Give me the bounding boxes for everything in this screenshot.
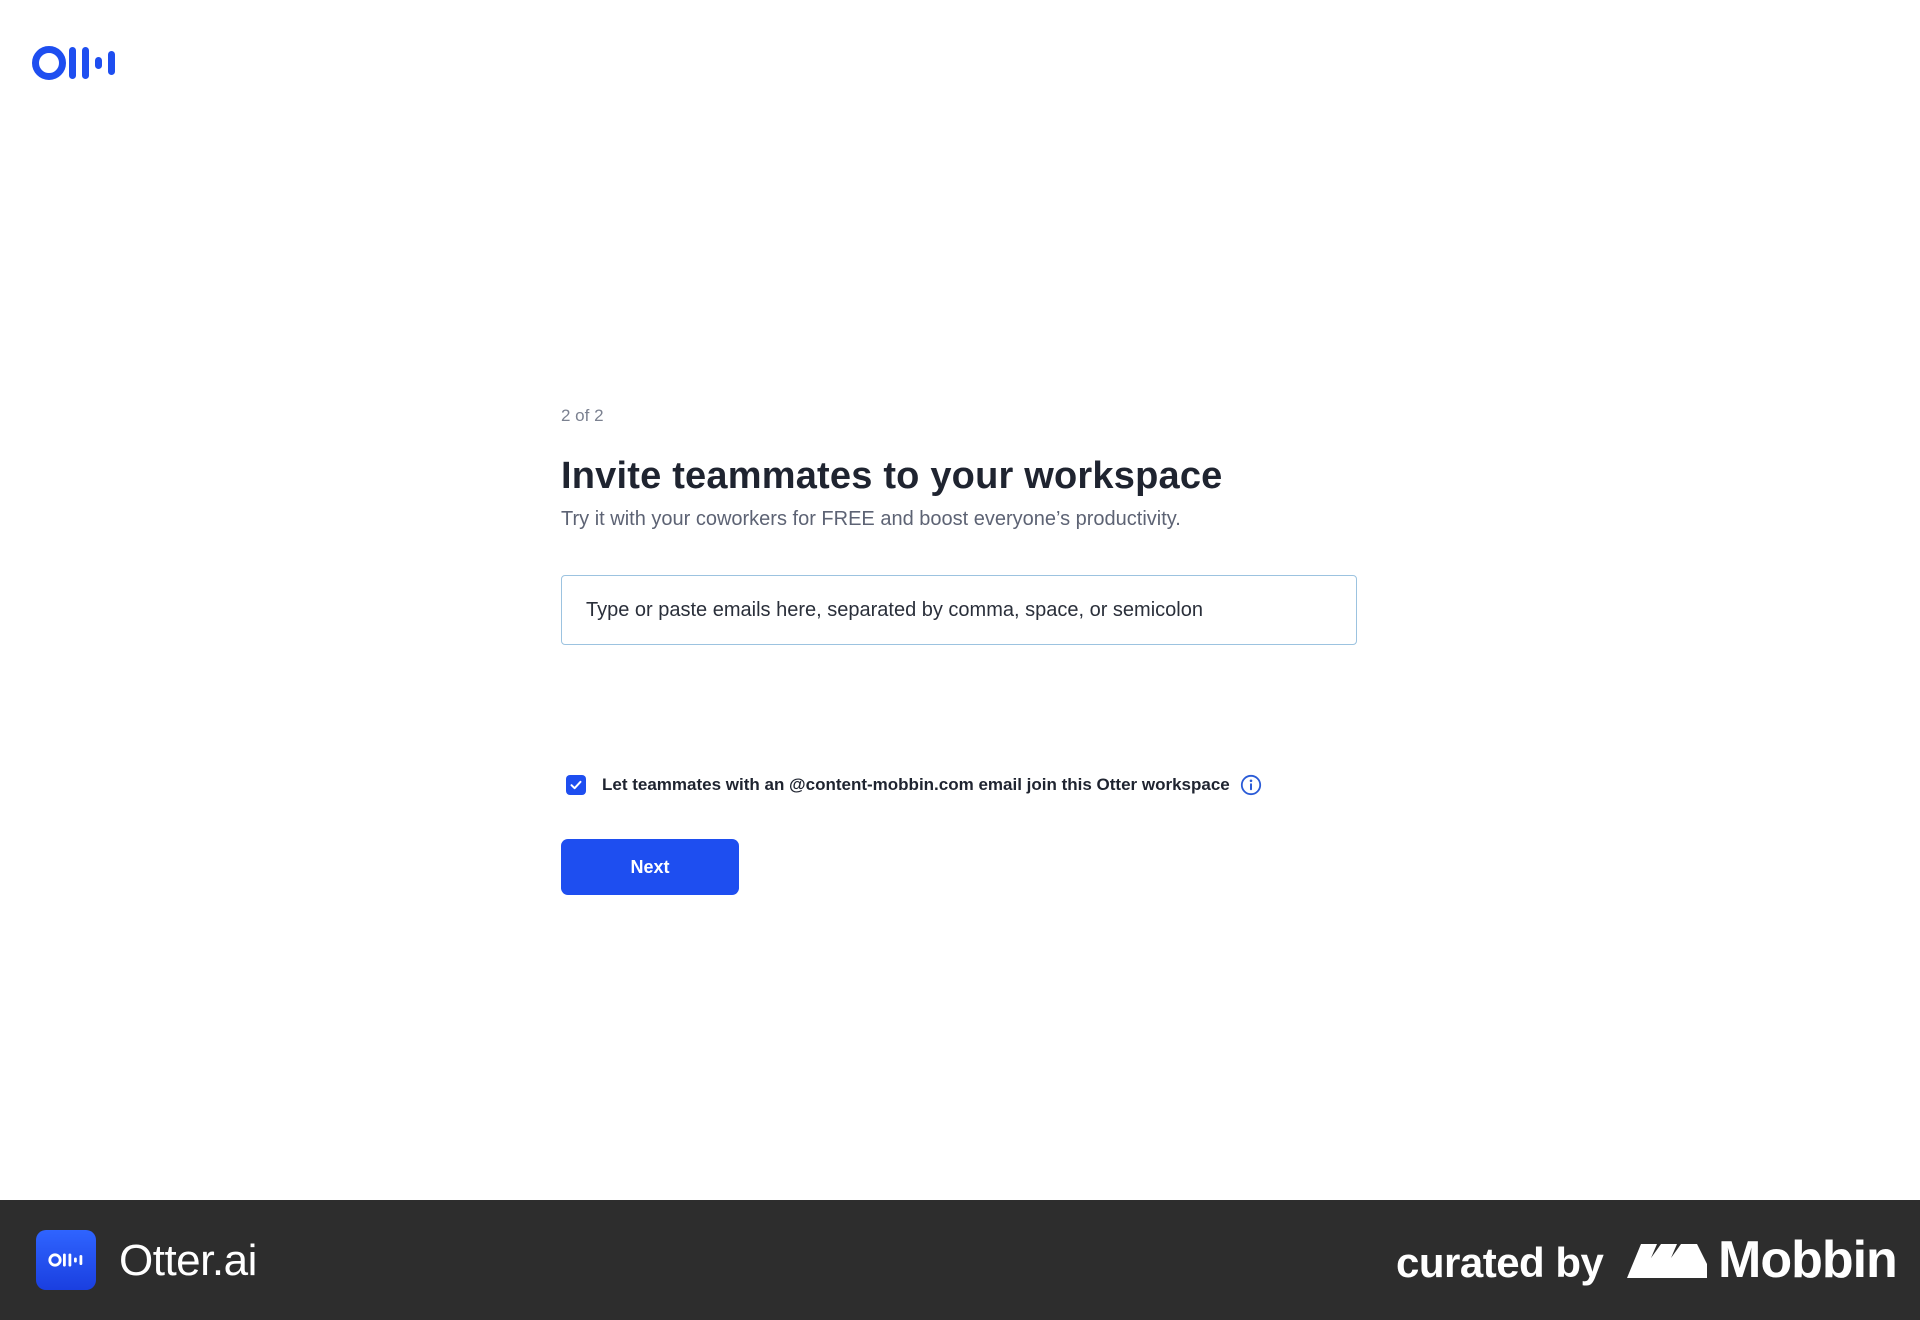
otter-app-icon bbox=[36, 1230, 96, 1290]
otter-logo-icon[interactable] bbox=[32, 44, 120, 82]
mobbin-logo-icon bbox=[1627, 1240, 1707, 1280]
email-input-box[interactable] bbox=[561, 575, 1357, 645]
domain-join-label: Let teammates with an @content-mobbin.co… bbox=[602, 775, 1230, 794]
next-button[interactable]: Next bbox=[561, 839, 739, 895]
checkmark-icon bbox=[570, 780, 582, 790]
email-input[interactable] bbox=[584, 597, 1334, 623]
page-title: Invite teammates to your workspace bbox=[561, 455, 1223, 497]
mobbin-wordmark: Mobbin bbox=[1718, 1231, 1898, 1289]
step-indicator: 2 of 2 bbox=[561, 406, 604, 425]
domain-join-checkbox[interactable] bbox=[566, 775, 586, 795]
page-subtitle: Try it with your coworkers for FREE and … bbox=[561, 508, 1181, 530]
curated-by-label: curated by bbox=[1396, 1239, 1604, 1286]
domain-join-row: Let teammates with an @content-mobbin.co… bbox=[561, 771, 1361, 799]
footer-app-name: Otter.ai bbox=[119, 1236, 257, 1285]
info-icon[interactable] bbox=[1240, 774, 1262, 796]
invite-form: 2 of 2 Invite teammates to your workspac… bbox=[561, 404, 1361, 895]
page: 2 of 2 Invite teammates to your workspac… bbox=[0, 0, 1920, 1320]
footer-banner: Otter.ai curated by Mobbin bbox=[0, 1200, 1920, 1320]
